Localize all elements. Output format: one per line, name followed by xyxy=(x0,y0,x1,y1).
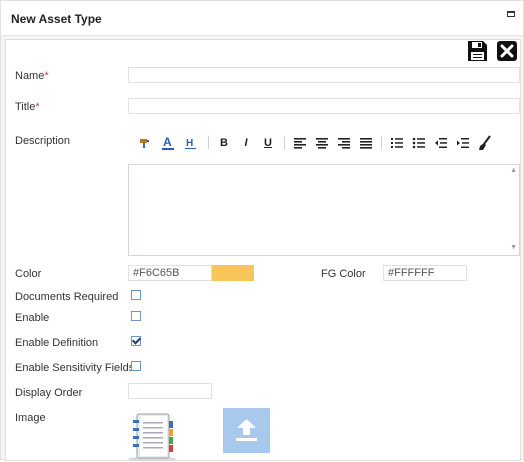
enable-sensitivity-fields-label: Enable Sensitivity Fields xyxy=(15,362,135,374)
name-label: Name* xyxy=(15,70,49,82)
scroll-down-icon[interactable]: ▼ xyxy=(510,244,517,251)
bullet-list-icon[interactable] xyxy=(412,135,426,151)
align-left-icon[interactable] xyxy=(293,135,307,151)
fg-color-input[interactable] xyxy=(383,265,467,281)
scroll-up-icon[interactable]: ▲ xyxy=(510,167,517,174)
outdent-icon[interactable] xyxy=(434,135,448,151)
form-panel: Name* Title* Description A H B I U ▲ ▼ C… xyxy=(5,39,521,462)
enable-sensitivity-fields-checkbox[interactable] xyxy=(131,361,141,371)
indent-icon[interactable] xyxy=(456,135,470,151)
numbered-list-icon[interactable] xyxy=(390,135,404,151)
image-label: Image xyxy=(15,412,46,424)
font-color-icon[interactable]: A xyxy=(160,135,176,151)
svg-text:A: A xyxy=(163,135,172,149)
asset-type-book-icon xyxy=(128,413,176,462)
maximize-icon[interactable] xyxy=(507,11,515,17)
align-center-icon[interactable] xyxy=(315,135,329,151)
documents-required-checkbox[interactable] xyxy=(131,290,141,300)
required-mark: * xyxy=(35,101,40,113)
clear-format-icon[interactable] xyxy=(478,135,492,151)
dialog-title: New Asset Type xyxy=(11,12,102,26)
color-swatch[interactable] xyxy=(212,265,254,281)
align-right-icon[interactable] xyxy=(337,135,351,151)
svg-text:H: H xyxy=(186,138,193,149)
format-painter-icon[interactable] xyxy=(138,135,152,151)
color-label: Color xyxy=(15,268,42,280)
italic-button[interactable]: I xyxy=(240,135,252,151)
new-asset-type-dialog: New Asset Type Name* Title* Description xyxy=(0,0,524,462)
toolbar-separator xyxy=(208,136,209,149)
documents-required-label: Documents Required xyxy=(15,291,119,303)
name-input[interactable] xyxy=(128,67,520,83)
underline-button[interactable]: U xyxy=(262,135,274,151)
justify-icon[interactable] xyxy=(359,135,373,151)
display-order-label: Display Order xyxy=(15,387,83,399)
description-label: Description xyxy=(15,135,71,147)
enable-definition-checkbox[interactable] xyxy=(131,336,141,346)
fg-color-label: FG Color xyxy=(321,268,366,280)
enable-label: Enable xyxy=(15,312,50,324)
title-label: Title* xyxy=(15,101,40,113)
close-icon[interactable] xyxy=(496,40,518,62)
upload-button[interactable] xyxy=(223,408,270,453)
toolbar-separator xyxy=(381,136,382,149)
bold-button[interactable]: B xyxy=(218,135,230,151)
title-input[interactable] xyxy=(128,98,520,114)
color-input[interactable] xyxy=(128,265,212,281)
highlight-icon[interactable]: H xyxy=(184,135,198,151)
display-order-input[interactable] xyxy=(128,383,212,399)
save-icon[interactable] xyxy=(466,40,488,62)
enable-definition-label: Enable Definition xyxy=(15,337,99,349)
upload-icon xyxy=(236,419,257,441)
toolbar-separator xyxy=(284,136,285,149)
description-editor[interactable]: ▲ ▼ xyxy=(128,164,520,256)
required-mark: * xyxy=(44,70,49,82)
enable-checkbox[interactable] xyxy=(131,311,141,321)
dialog-titlebar: New Asset Type xyxy=(1,1,523,36)
